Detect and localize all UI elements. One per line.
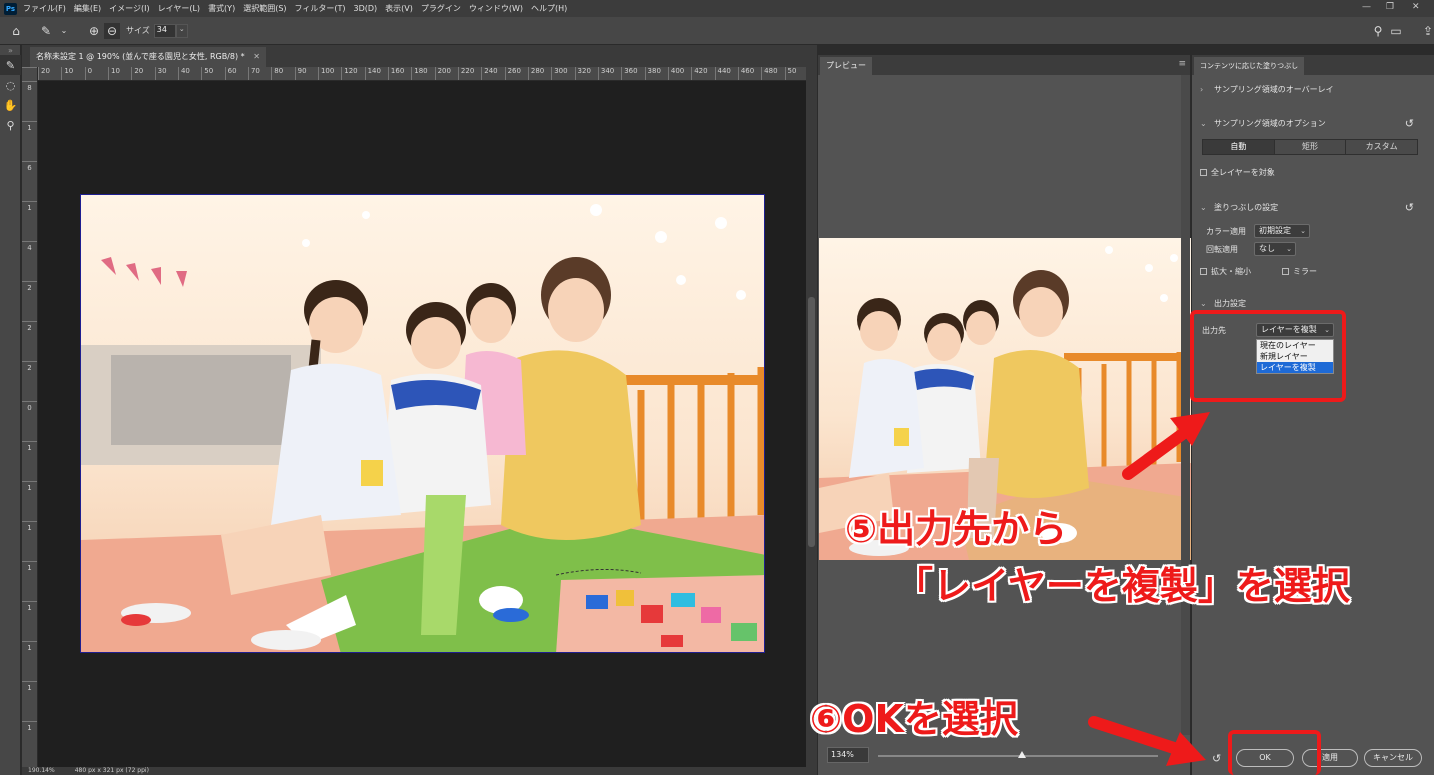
arrow-to-ok	[1088, 716, 1206, 766]
step6-annotation: ⑥OKを選択	[810, 697, 1018, 741]
annotation-arrows	[1088, 412, 1210, 766]
arrow-to-output	[1122, 412, 1210, 480]
step5-annotation-line1: ⑤出力先から	[845, 507, 1068, 551]
step5-annotation-line2: 「レイヤーを複製」を選択	[895, 564, 1350, 608]
